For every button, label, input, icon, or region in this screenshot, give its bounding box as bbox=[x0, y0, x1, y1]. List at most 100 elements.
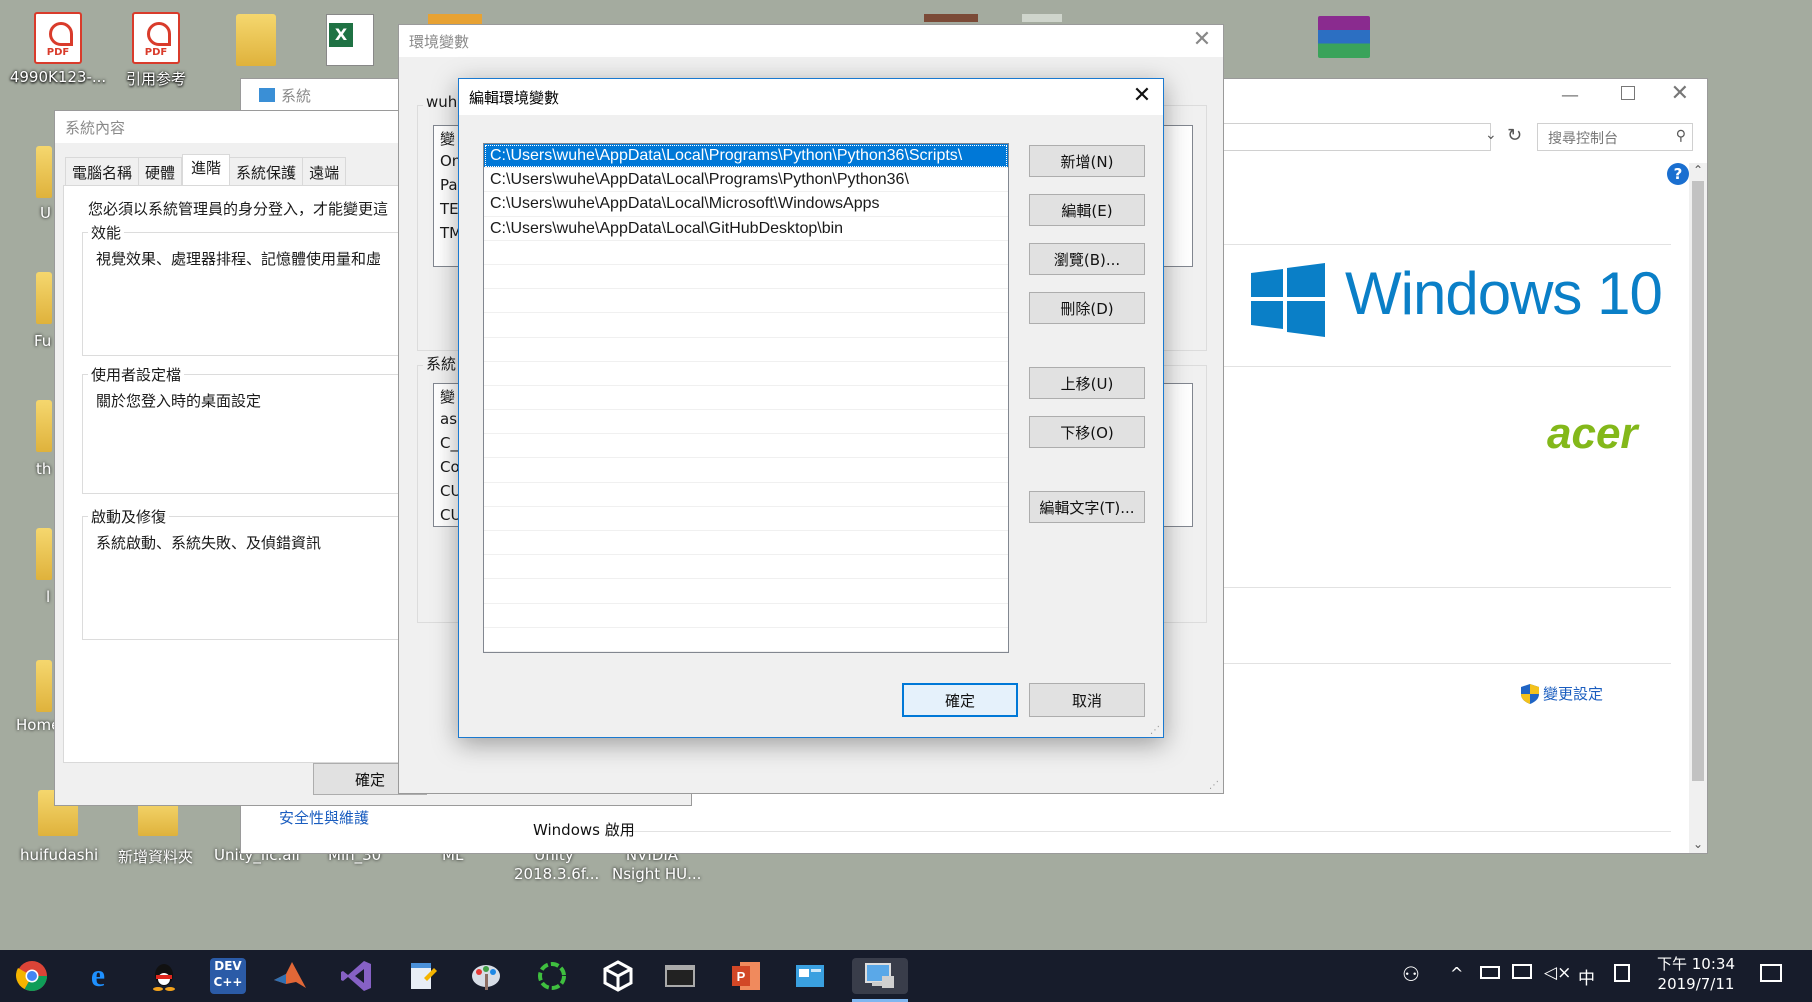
move-down-button[interactable]: 下移(O) bbox=[1029, 416, 1145, 448]
close-icon[interactable]: ✕ bbox=[1671, 81, 1689, 106]
minimize-icon[interactable]: — bbox=[1561, 85, 1579, 106]
browse-button[interactable]: 瀏覽(B)... bbox=[1029, 243, 1145, 275]
scrollbar[interactable]: ⌃ ⌄ bbox=[1689, 163, 1707, 853]
winrar-archive-icon[interactable] bbox=[1318, 16, 1370, 58]
close-icon[interactable]: ✕ bbox=[1129, 85, 1155, 109]
battery-icon[interactable] bbox=[1480, 966, 1500, 979]
move-up-button[interactable]: 上移(U) bbox=[1029, 367, 1145, 399]
scroll-up-icon[interactable]: ⌃ bbox=[1689, 163, 1707, 177]
control-panel-taskbar-icon[interactable] bbox=[792, 958, 828, 994]
people-icon[interactable]: ⚇ bbox=[1402, 962, 1420, 986]
scrollbar-thumb[interactable] bbox=[1692, 181, 1704, 781]
path-list[interactable]: C:\Users\wuhe\AppData\Local\Programs\Pyt… bbox=[483, 143, 1009, 653]
resize-grip-icon[interactable]: ⋰ bbox=[1209, 780, 1219, 791]
sync-icon[interactable] bbox=[534, 958, 570, 994]
powerpoint-icon[interactable]: P bbox=[728, 958, 764, 994]
maximize-icon[interactable] bbox=[1621, 86, 1635, 100]
divider bbox=[621, 831, 1671, 832]
show-hidden-icons-chevron-icon[interactable]: ^ bbox=[1450, 964, 1463, 983]
change-settings-link[interactable]: 變更設定 bbox=[1521, 683, 1603, 704]
desktop-icon-pdf-2[interactable]: 引用参考 bbox=[106, 12, 206, 89]
desktop-icon-excel[interactable] bbox=[300, 14, 400, 70]
desktop-icon-label: huifudashi bbox=[20, 846, 99, 864]
security-maintenance-link[interactable]: 安全性與維護 bbox=[279, 807, 369, 828]
folder-icon[interactable] bbox=[36, 660, 52, 712]
network-icon[interactable] bbox=[1512, 964, 1532, 979]
action-center-icon[interactable] bbox=[1760, 964, 1782, 982]
desktop-icon-pdf-1[interactable]: 4990K123-... bbox=[8, 12, 108, 86]
path-list-item[interactable]: C:\Users\wuhe\AppData\Local\GitHubDeskto… bbox=[484, 217, 1008, 241]
tab-remote[interactable]: 遠端 bbox=[303, 157, 347, 185]
volume-muted-icon[interactable]: ◁× bbox=[1544, 963, 1571, 983]
empty-row bbox=[484, 555, 1008, 580]
clock-date[interactable]: 2019/7/11 bbox=[1656, 975, 1736, 993]
unity-icon[interactable] bbox=[600, 958, 636, 994]
dev-cpp-icon[interactable]: DEV C++ bbox=[210, 958, 246, 994]
window-title: 環境變數 bbox=[409, 32, 470, 51]
matlab-icon[interactable] bbox=[272, 958, 308, 994]
group-label: 使用者設定檔 bbox=[88, 364, 185, 385]
path-list-item[interactable]: C:\Users\wuhe\AppData\Local\Programs\Pyt… bbox=[484, 168, 1008, 193]
desktop-icon-label: 4990K123-... bbox=[9, 68, 107, 86]
path-list-item[interactable]: C:\Users\wuhe\AppData\Local\Microsoft\Wi… bbox=[484, 192, 1008, 217]
folder-icon[interactable] bbox=[36, 272, 52, 324]
chrome-icon[interactable] bbox=[14, 958, 50, 994]
pdf-file-icon bbox=[34, 12, 82, 64]
paint-icon[interactable] bbox=[468, 958, 504, 994]
window-title: 系統內容 bbox=[65, 118, 126, 137]
taskbar: e DEV C++ P ⚇ ^ ◁× 中 下午 10:34 2019/7/11 bbox=[0, 950, 1812, 1002]
edit-button[interactable]: 編輯(E) bbox=[1029, 194, 1145, 226]
empty-row bbox=[484, 265, 1008, 290]
edge-icon[interactable]: e bbox=[80, 958, 116, 994]
system-properties-taskbar-icon[interactable] bbox=[852, 958, 908, 994]
new-button[interactable]: 新增(N) bbox=[1029, 145, 1145, 177]
folder-icon[interactable] bbox=[36, 400, 52, 452]
folder-icon[interactable] bbox=[36, 528, 52, 580]
folder-icon[interactable] bbox=[36, 146, 52, 198]
notepad-icon[interactable] bbox=[404, 958, 440, 994]
desktop-icon-folder-1[interactable] bbox=[206, 14, 306, 70]
terminal-icon[interactable] bbox=[662, 958, 698, 994]
divider bbox=[1221, 366, 1671, 367]
svg-text:P: P bbox=[737, 969, 746, 984]
admin-note: 您必須以系統管理員的身分登入，才能變更這 bbox=[88, 200, 389, 218]
desktop-icon-label: 新增資料夾 bbox=[118, 848, 194, 866]
search-box[interactable]: 搜尋控制台 ⚲ bbox=[1537, 123, 1693, 151]
visual-studio-icon[interactable] bbox=[338, 958, 374, 994]
window-title: 編輯環境變數 bbox=[469, 88, 560, 107]
cancel-button[interactable]: 取消 bbox=[1029, 683, 1145, 717]
edit-environment-variable-dialog: 編輯環境變數 ✕ C:\Users\wuhe\AppData\Local\Pro… bbox=[458, 78, 1164, 738]
ime-indicator[interactable]: 中 bbox=[1578, 964, 1595, 989]
tab-advanced[interactable]: 進階 bbox=[182, 154, 231, 185]
address-bar[interactable] bbox=[1221, 123, 1491, 151]
desktop-icon-partial bbox=[924, 14, 978, 22]
system-variables-label: 系統 bbox=[423, 353, 460, 374]
divider bbox=[1221, 663, 1671, 664]
refresh-icon[interactable]: ↻ bbox=[1507, 125, 1522, 146]
chevron-down-icon[interactable]: ⌄ bbox=[1485, 127, 1497, 143]
scroll-down-icon[interactable]: ⌄ bbox=[1689, 837, 1707, 851]
windows-10-wordmark: Windows 10 bbox=[1345, 260, 1663, 327]
tab-computer-name[interactable]: 電腦名稱 bbox=[65, 157, 140, 185]
change-settings-label: 變更設定 bbox=[1543, 685, 1604, 703]
clock-time[interactable]: 下午 10:34 bbox=[1656, 953, 1736, 974]
resize-grip-icon[interactable]: ⋰ bbox=[1150, 725, 1160, 736]
desktop-icon-label: U bbox=[40, 204, 51, 222]
path-list-item-selected[interactable]: C:\Users\wuhe\AppData\Local\Programs\Pyt… bbox=[484, 144, 1008, 169]
edit-text-button[interactable]: 編輯文字(T)... bbox=[1029, 491, 1145, 523]
delete-button[interactable]: 刪除(D) bbox=[1029, 292, 1145, 324]
desktop-icon-label: th bbox=[36, 460, 52, 478]
tab-hardware[interactable]: 硬體 bbox=[139, 157, 183, 185]
qq-icon[interactable] bbox=[146, 958, 182, 994]
tab-system-protection[interactable]: 系統保護 bbox=[230, 157, 304, 185]
empty-row bbox=[484, 628, 1008, 652]
acer-logo: acer bbox=[1547, 409, 1638, 458]
close-icon[interactable]: ✕ bbox=[1189, 29, 1215, 53]
shield-icon bbox=[1521, 683, 1539, 704]
clipboard-icon[interactable] bbox=[1614, 964, 1630, 982]
help-icon[interactable]: ? bbox=[1667, 163, 1689, 185]
divider bbox=[1221, 587, 1671, 588]
ok-button[interactable]: 確定 bbox=[902, 683, 1018, 717]
tab-strip: 電腦名稱 硬體 進階 系統保護 遠端 bbox=[65, 154, 347, 185]
empty-row bbox=[484, 531, 1008, 556]
